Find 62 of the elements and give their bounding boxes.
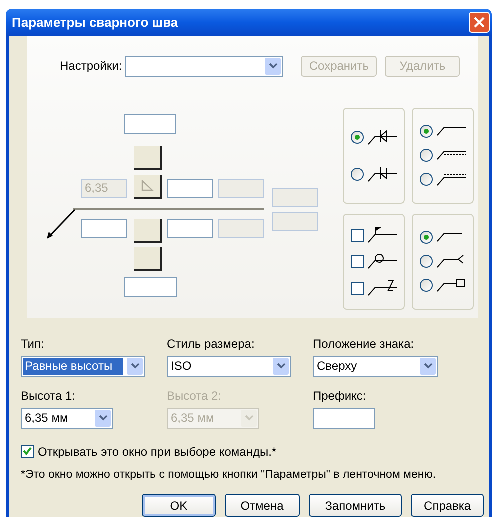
input-field[interactable] <box>167 218 213 238</box>
checkbox-label: Открывать это окно при выборе команды.* <box>38 444 277 461</box>
ok-button[interactable]: OK <box>142 494 216 517</box>
symbol-button[interactable] <box>134 218 162 243</box>
cancel-button[interactable]: Отмена <box>224 494 300 517</box>
chevron-icon <box>265 58 282 75</box>
radio-button[interactable] <box>420 125 433 138</box>
weld-symbol-icon <box>437 127 467 136</box>
symbol-button[interactable] <box>134 246 162 271</box>
weld-symbol-icon <box>437 279 465 292</box>
close-button[interactable] <box>469 12 490 33</box>
chevron-icon <box>95 410 111 427</box>
settings-label: Настройки: <box>60 58 122 76</box>
radio-button[interactable] <box>420 231 433 244</box>
input-field[interactable] <box>81 218 127 238</box>
chevron-icon <box>420 358 436 375</box>
chevron-icon <box>273 358 289 375</box>
dropdown[interactable]: ISO <box>167 356 291 377</box>
radio-button[interactable] <box>420 279 433 292</box>
radio-button[interactable] <box>420 149 433 162</box>
dropdown[interactable]: Равные высоты <box>21 356 145 377</box>
input-field[interactable] <box>167 178 213 198</box>
field-label: Стиль размера: <box>167 336 256 353</box>
radio-button[interactable] <box>420 255 433 268</box>
input-field[interactable] <box>124 114 176 134</box>
arrow-icon <box>46 208 76 240</box>
weld-symbol-icon <box>368 166 398 182</box>
field-label: Высота 1: <box>21 388 77 405</box>
checkbox[interactable] <box>21 445 34 458</box>
input-field[interactable] <box>313 408 375 429</box>
weld-symbol-icon <box>368 130 398 145</box>
triangle-icon <box>140 180 154 192</box>
checkbox[interactable] <box>351 255 364 268</box>
symbol-button[interactable] <box>134 174 162 199</box>
input-field[interactable] <box>124 276 177 297</box>
radio-button[interactable] <box>420 173 433 186</box>
weld-symbol-icon <box>368 254 398 270</box>
weld-symbol-icon <box>437 233 463 242</box>
weld-symbol-icon <box>437 151 467 160</box>
checkbox[interactable] <box>351 228 364 242</box>
weld-symbol-icon <box>437 255 464 268</box>
radio-button[interactable] <box>351 130 364 144</box>
weld-symbol-icon <box>437 174 467 186</box>
field-label: Префикс: <box>313 388 368 405</box>
dropdown[interactable]: Сверху <box>313 356 438 377</box>
checkbox[interactable] <box>351 282 364 295</box>
dropdown[interactable]: 6,35 мм <box>21 408 113 429</box>
help-button[interactable]: Справка <box>411 494 484 517</box>
weld-symbol-icon <box>368 227 398 244</box>
footnote-text: *Это окно можно открыть с помощью кнопки "Параметры" в ленточном меню. <box>21 468 438 483</box>
settings-dropdown[interactable] <box>125 56 284 77</box>
save-button[interactable]: Запомнить <box>308 494 402 517</box>
chevron-icon <box>241 410 257 427</box>
symbol-button[interactable] <box>134 146 162 170</box>
window-title: Параметры сварного шва <box>12 14 178 32</box>
field-label: Положение знака: <box>313 336 416 353</box>
chevron-icon <box>127 358 143 375</box>
radio-button[interactable] <box>351 168 364 181</box>
weld-symbol-icon <box>368 280 398 296</box>
close-icon <box>474 16 485 28</box>
field-label: Тип: <box>21 336 46 353</box>
field-label: Высота 2: <box>167 388 223 405</box>
